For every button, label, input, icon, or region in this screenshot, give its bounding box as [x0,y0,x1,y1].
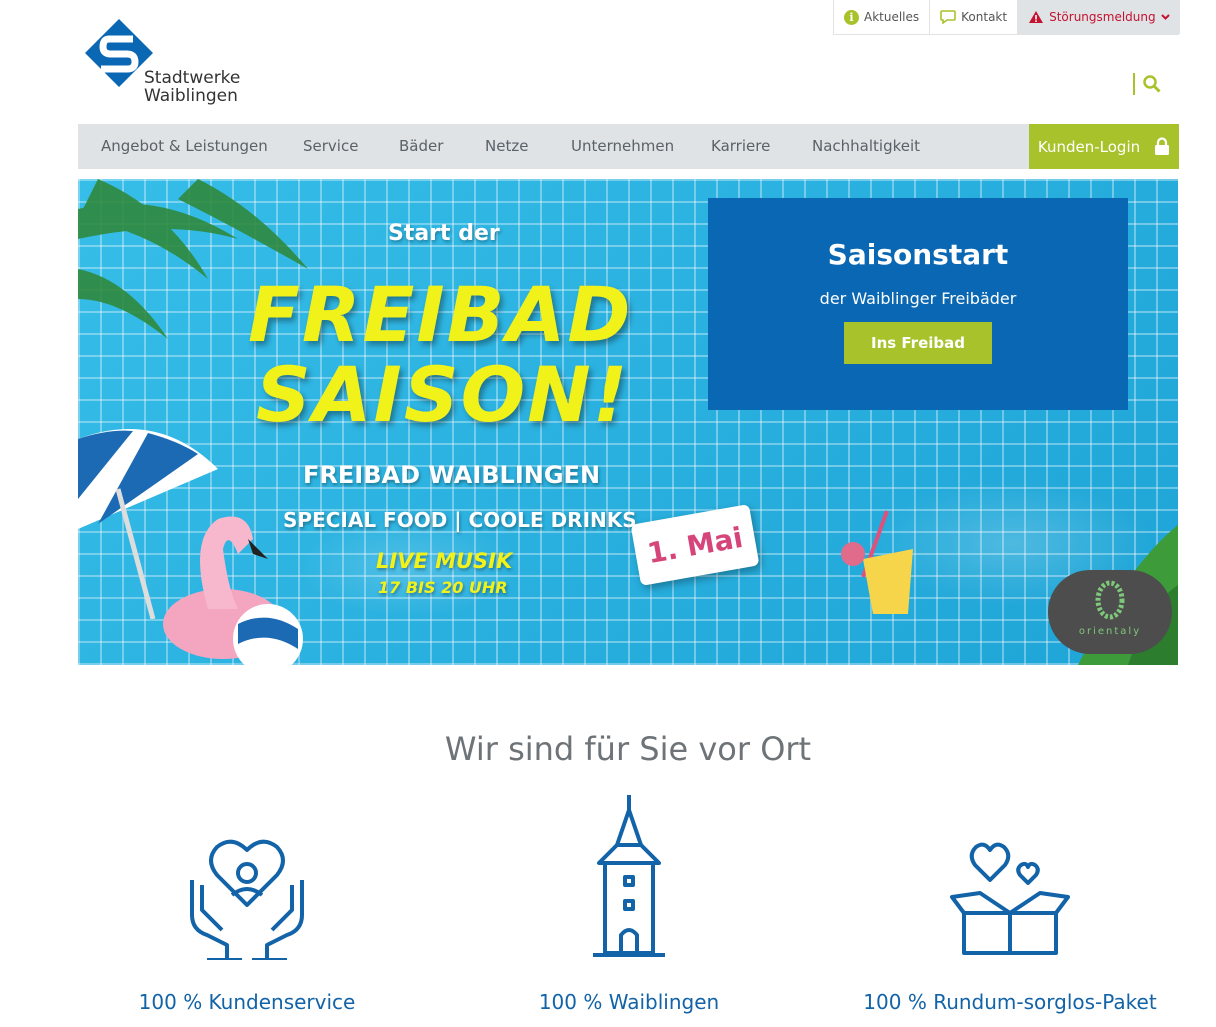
nav-item-netze[interactable]: Netze [485,124,528,169]
feature-kundenservice: 100 % Kundenservice [77,795,417,1014]
aktuelles-link[interactable]: i Aktuelles [834,0,931,34]
logo-line1: Stadtwerke [144,68,241,88]
orientaly-logo-icon: orientaly [1079,580,1141,637]
lock-icon [1155,137,1170,155]
section-title: Wir sind für Sie vor Ort [444,730,812,768]
hero-sub-1: FREIBAD WAIBLINGEN [303,461,601,489]
warning-icon [1029,11,1044,23]
kunden-login-button[interactable]: Kunden-Login [1029,124,1179,169]
tower-icon [593,795,665,957]
feature-label-kundenservice: 100 % Kundenservice [138,990,356,1014]
hero-headline-2: SAISON! [256,350,630,439]
orientaly-badge[interactable]: orientaly [1048,570,1172,654]
feature-label-rundum: 100 % Rundum-sorglos-Paket [863,990,1157,1014]
nav-item-baeder[interactable]: Bäder [399,124,443,169]
hero-start-text: Start der [388,221,500,246]
search-divider [1133,73,1135,95]
logo-line2: Waiblingen [144,86,238,106]
chevron-down-icon [1160,14,1170,20]
nav-item-unternehmen[interactable]: Unternehmen [571,124,674,169]
feature-waiblingen: 100 % Waiblingen [459,795,799,1014]
saisonstart-text: der Waiblinger Freibäder [819,289,1017,308]
kontakt-link[interactable]: Kontakt [930,0,1019,34]
nav-item-karriere[interactable]: Karriere [711,124,770,169]
hero-live-2: 17 BIS 20 UHR [378,578,508,597]
box-hearts-icon [950,842,1070,955]
aktuelles-label: Aktuelles [864,10,920,24]
ins-freibad-button[interactable]: Ins Freibad [844,322,992,364]
nav-item-nachhaltigkeit[interactable]: Nachhaltigkeit [812,124,920,169]
main-nav: Angebot & Leistungen Service Bäder Netze… [78,124,1179,169]
info-icon: i [844,9,859,25]
feature-rundum-sorglos: 100 % Rundum-sorglos-Paket [840,795,1180,1014]
logo-text: Stadtwerke Waiblingen [144,69,240,105]
search-icon [1143,75,1161,93]
drink-illustration [841,510,913,614]
stoerungsmeldung-dropdown[interactable]: Störungsmeldung [1018,0,1180,34]
hero-date-sign: 1. Mai [630,504,760,586]
chat-bubble-icon [940,10,956,24]
kontakt-label: Kontakt [961,10,1008,24]
feature-label-waiblingen: 100 % Waiblingen [538,990,720,1014]
utility-bar: i Aktuelles Kontakt Störungsmeldung [833,0,1180,35]
orientaly-text: orientaly [1079,626,1141,637]
hero-banner[interactable]: Start der FREIBAD SAISON! FREIBAD WAIBLI… [78,179,1178,665]
stadtwerke-logo[interactable]: Stadtwerke Waiblingen [83,17,253,109]
saisonstart-box: Saisonstart der Waiblinger Freibäder Ins… [708,198,1128,410]
kunden-login-label: Kunden-Login [1037,137,1141,156]
hero-sub-2: SPECIAL FOOD | COOLE DRINKS [283,508,637,532]
search-toggle[interactable] [1133,70,1173,98]
hero-headline-1: FREIBAD [248,270,633,359]
nav-item-service[interactable]: Service [303,124,358,169]
saisonstart-title: Saisonstart [827,238,1009,271]
hands-heart-icon [190,839,304,960]
hero-live-1: LIVE MUSIK [376,549,513,573]
stoerungsmeldung-label: Störungsmeldung [1049,10,1156,24]
nav-item-angebot[interactable]: Angebot & Leistungen [101,124,268,169]
